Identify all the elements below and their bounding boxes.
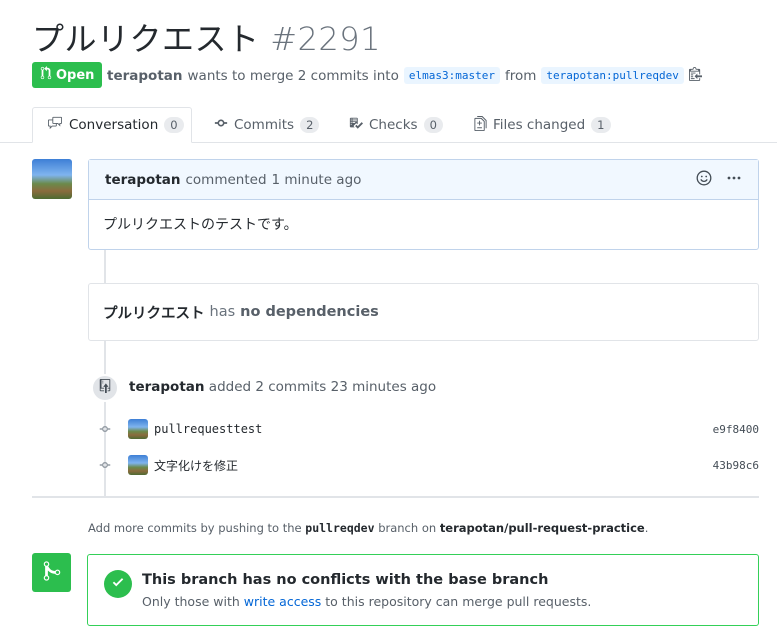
pr-state-badge: Open [32, 62, 103, 88]
commit-message[interactable]: 文字化けを修正 [154, 457, 238, 474]
comment-action: commented [185, 171, 267, 188]
merge-sub-text: to this repository can merge pull reques… [325, 594, 592, 609]
commit-sha[interactable]: 43b98c6 [713, 459, 759, 472]
file-diff-icon [474, 115, 487, 135]
event-action: added 2 commits [208, 379, 327, 395]
merge-sub-text: Only those with [142, 594, 240, 609]
commit-event-text: terapotan added 2 commits 23 minutes ago [129, 379, 436, 395]
tab-conversation[interactable]: Conversation 0 [32, 107, 192, 143]
comment-time[interactable]: 1 minute ago [272, 172, 362, 188]
merge-box [87, 554, 759, 626]
tab-counter: 0 [423, 117, 443, 133]
git-merge-icon [43, 560, 61, 586]
avatar[interactable] [128, 419, 148, 439]
tab-label: Files changed [493, 117, 586, 133]
timeline-divider [32, 496, 759, 498]
smiley-icon[interactable] [696, 170, 712, 190]
push-hint-branch: pullreqdev [305, 521, 375, 535]
avatar[interactable] [32, 159, 72, 199]
tab-label: Conversation [69, 117, 159, 133]
tab-counter: 0 [164, 117, 184, 133]
git-commit-icon [96, 423, 114, 435]
commit-row: pullrequesttest e9f8400 [96, 417, 759, 441]
push-hint-text: . [644, 521, 649, 535]
kebab-horizontal-icon[interactable] [726, 170, 742, 190]
merge-status-icon [32, 553, 71, 592]
pr-author-link[interactable]: terapotan [107, 68, 183, 84]
tab-label: Checks [369, 117, 418, 133]
checklist-icon [349, 116, 363, 134]
pr-merge-text: wants to merge 2 commits into [187, 67, 399, 84]
git-pull-request-icon [40, 66, 52, 84]
commit-message[interactable]: pullrequesttest [154, 422, 262, 436]
write-access-link[interactable]: write access [244, 594, 322, 609]
tab-checks[interactable]: Checks 0 [335, 107, 457, 143]
pr-state-label: Open [56, 67, 95, 83]
comment-body: プルリクエストのテストです。 [103, 217, 298, 233]
pr-meta: terapotan wants to merge 2 commits into … [107, 66, 702, 85]
push-hint-text: branch on [378, 521, 437, 535]
event-author[interactable]: terapotan [129, 379, 205, 395]
check-icon [111, 575, 125, 593]
deps-title: プルリクエスト [103, 305, 205, 322]
comment-header: terapotan commented 1 minute ago [89, 160, 758, 200]
event-badge [91, 374, 119, 402]
tab-commits[interactable]: Commits 2 [200, 107, 333, 143]
push-hint: Add more commits by pushing to the pullr… [88, 521, 648, 535]
merge-subtitle: Only those with write access to this rep… [142, 594, 591, 609]
commit-sha[interactable]: e9f8400 [713, 423, 759, 436]
push-hint-text: Add more commits by pushing to the [88, 521, 302, 535]
head-branch[interactable]: terapotan:pullreqdev [541, 67, 684, 84]
check-circle [104, 570, 132, 598]
commit-row: 文字化けを修正 43b98c6 [96, 453, 759, 477]
deps-has: has [209, 304, 236, 320]
pr-title: プルリクエスト #2291 [32, 14, 381, 60]
avatar[interactable] [128, 455, 148, 475]
comment-box: terapotan commented 1 minute ago プルリクエスト… [88, 159, 759, 250]
dependencies-box: プルリクエスト has no dependencies [88, 283, 759, 341]
comment-actions [696, 170, 742, 190]
event-time[interactable]: 23 minutes ago [331, 379, 437, 395]
repo-push-icon [99, 379, 111, 397]
git-commit-icon [96, 459, 114, 471]
push-hint-repo[interactable]: terapotan/pull-request-practice [440, 521, 645, 535]
tab-label: Commits [234, 117, 295, 133]
clipboard-icon[interactable] [688, 66, 702, 85]
comment-discussion-icon [47, 116, 63, 134]
base-branch[interactable]: elmas3:master [403, 67, 500, 84]
tab-counter: 1 [591, 117, 611, 133]
pr-number: #2291 [270, 20, 381, 58]
pr-from-text: from [504, 67, 537, 84]
git-commit-icon [214, 116, 228, 134]
timeline-line [104, 250, 106, 284]
deps-status: no dependencies [240, 304, 379, 320]
merge-title: This branch has no conflicts with the ba… [142, 572, 549, 588]
comment-author[interactable]: terapotan [105, 172, 181, 188]
tab-counter: 2 [300, 117, 320, 133]
pr-title-text: プルリクエスト [32, 20, 260, 58]
tab-files-changed[interactable]: Files changed 1 [460, 107, 625, 143]
